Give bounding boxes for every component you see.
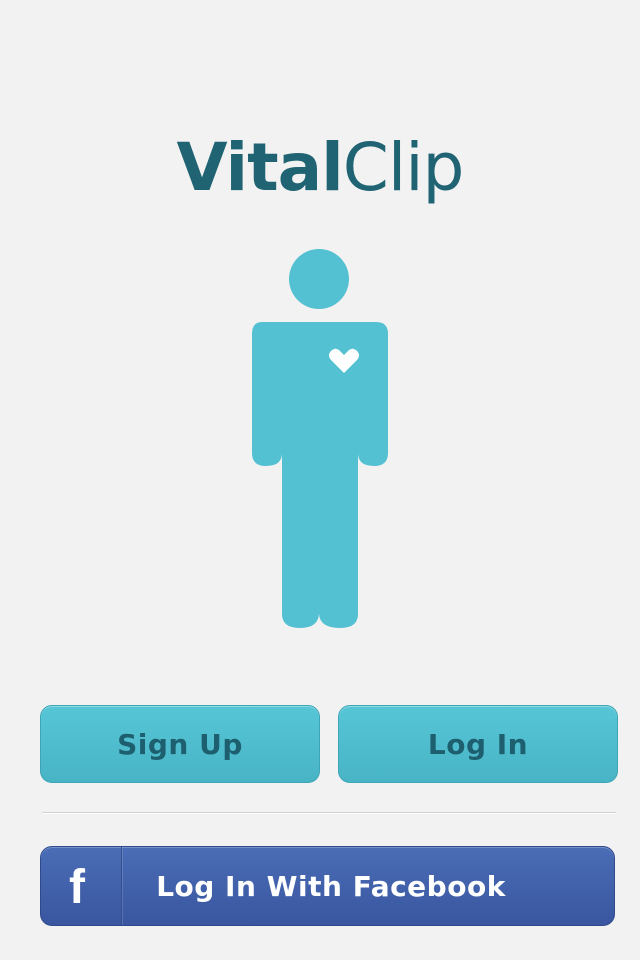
person-figure-illustration: [250, 248, 390, 632]
facebook-icon: f: [69, 861, 86, 914]
facebook-icon-box: f: [41, 847, 122, 925]
person-icon: [252, 249, 388, 628]
divider: [42, 812, 616, 814]
logo-vital-text: Vital: [176, 129, 344, 206]
log-in-button[interactable]: Log In: [338, 705, 618, 783]
facebook-login-label: Log In With Facebook: [156, 870, 506, 903]
sign-up-button[interactable]: Sign Up: [40, 705, 320, 783]
facebook-login-button[interactable]: f Log In With Facebook: [40, 846, 615, 926]
logo-clip-text: Clip: [342, 129, 465, 206]
app-logo: VitalClip: [0, 128, 640, 208]
